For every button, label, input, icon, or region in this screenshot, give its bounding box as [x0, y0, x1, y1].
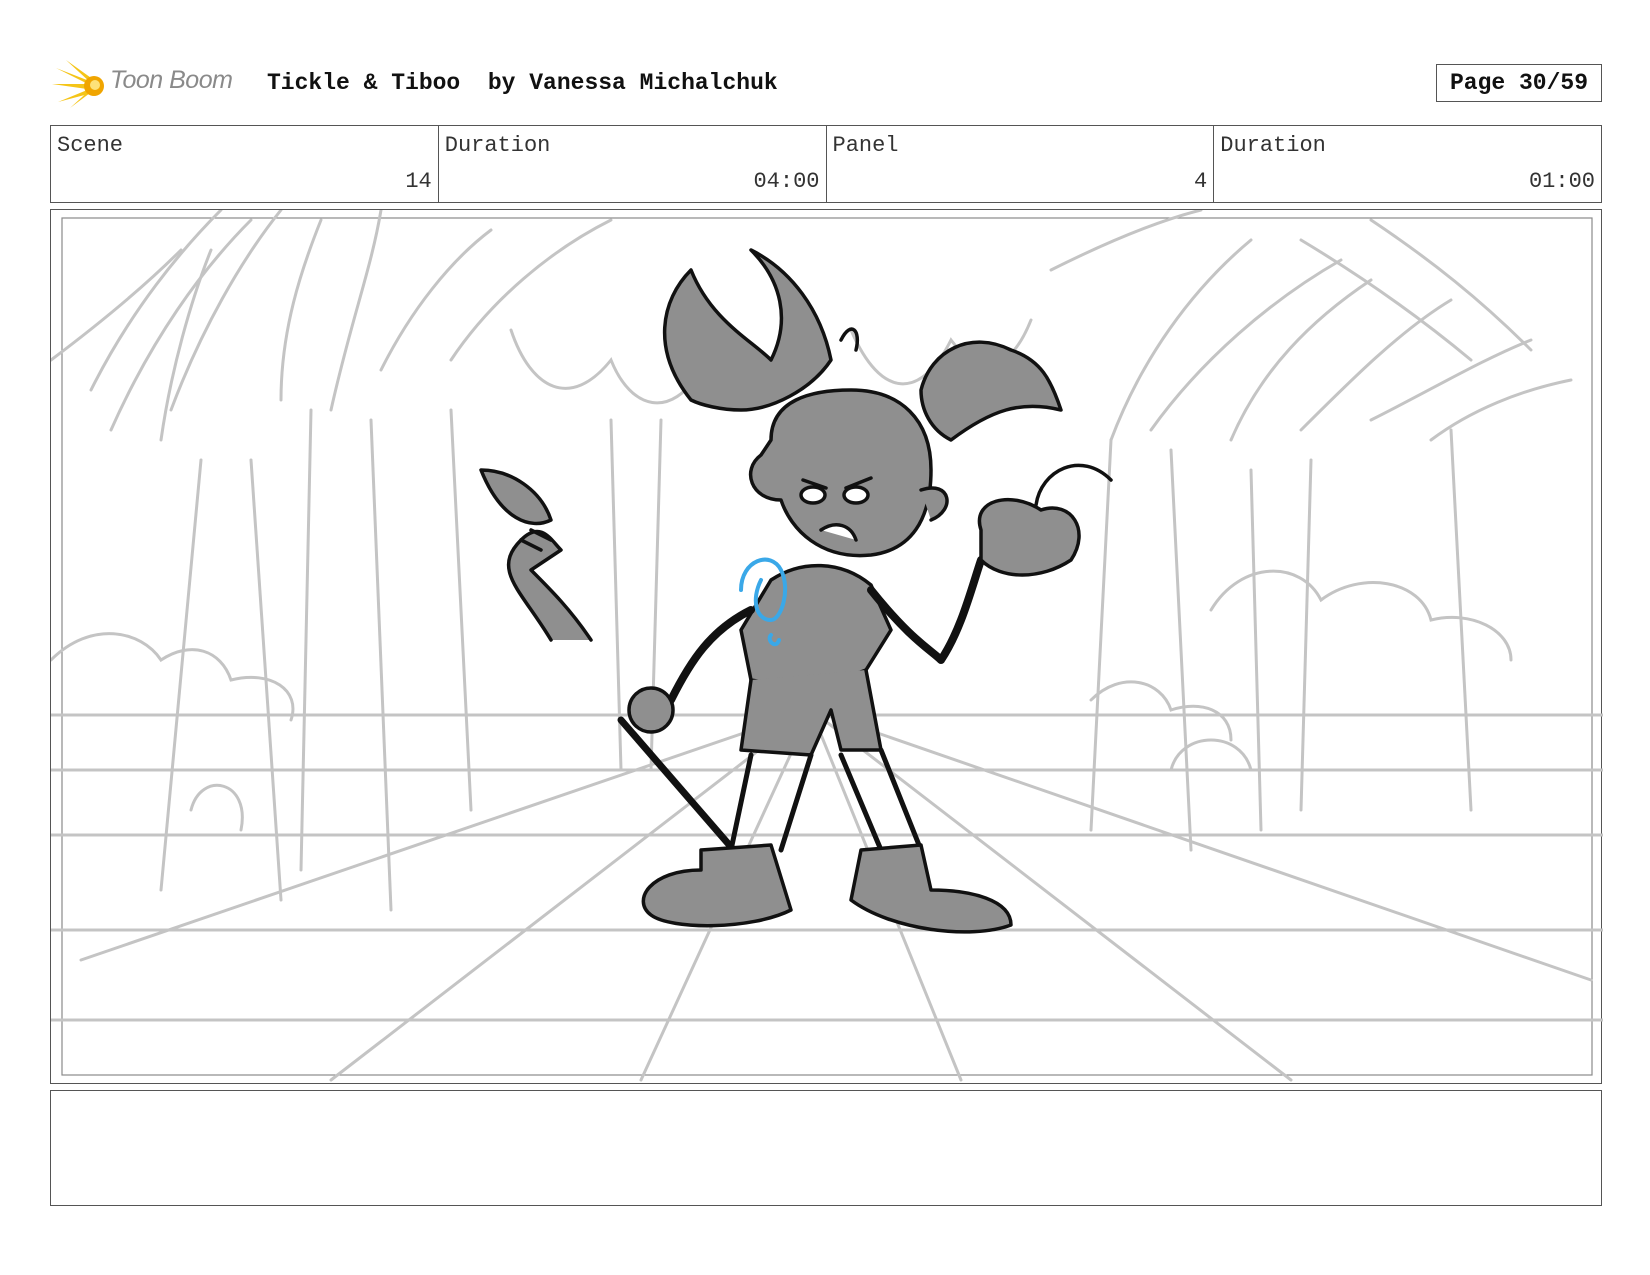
scene-duration-cell: Duration 04:00 — [439, 126, 827, 202]
storyboard-title: Tickle & Tiboo by Vanessa Michalchuk — [267, 70, 778, 96]
toon-boom-logo: Toon Boom — [52, 58, 252, 110]
panel-duration-value: 01:00 — [1528, 169, 1595, 194]
panel-sketch — [51, 210, 1603, 1082]
starburst-icon — [52, 60, 104, 108]
scene-value: 14 — [405, 169, 432, 194]
panel-value: 4 — [1194, 169, 1208, 194]
panel-notes — [50, 1090, 1602, 1206]
panel-cell: Panel 4 — [827, 126, 1215, 202]
panel-duration-cell: Duration 01:00 — [1214, 126, 1601, 202]
scene-duration-label: Duration — [444, 133, 551, 158]
panel-duration-label: Duration — [1220, 133, 1326, 158]
storyboard-panel — [50, 209, 1603, 1084]
scene-duration-value: 04:00 — [753, 169, 820, 194]
panel-label: Panel — [832, 133, 899, 158]
scene-cell: Scene 14 — [51, 126, 439, 202]
scene-label: Scene — [57, 133, 124, 158]
scene-info-row: Scene 14 Duration 04:00 Panel 4 Duration… — [50, 125, 1602, 203]
page-indicator: Page 30/59 — [1436, 64, 1602, 102]
character-sketch — [479, 248, 1113, 934]
logo-text: Toon Boom — [110, 66, 233, 94]
